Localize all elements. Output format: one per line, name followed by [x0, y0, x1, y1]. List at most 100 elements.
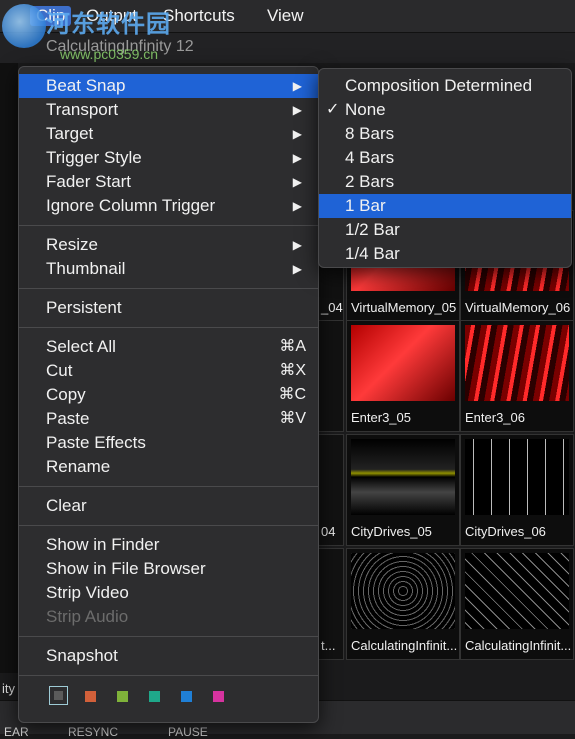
clip-name: _04: [321, 300, 343, 315]
menu-item-label: Paste: [46, 409, 90, 428]
menu-item-strip-video[interactable]: Strip Video: [19, 581, 318, 605]
clip-name: VirtualMemory_05: [351, 300, 457, 315]
clip-cell[interactable]: CalculatingInfinit...: [346, 548, 460, 660]
beat-snap-option-8-bars[interactable]: 8 Bars: [319, 122, 571, 146]
submenu-arrow-icon: ▶: [292, 103, 302, 117]
clip-cell[interactable]: CalculatingInfinit...: [460, 548, 574, 660]
option-label: 8 Bars: [345, 124, 395, 143]
menu-item-select-all[interactable]: Select All ⌘A: [19, 335, 318, 359]
menu-item-label: Target: [46, 124, 94, 143]
submenu-arrow-icon: ▶: [292, 151, 302, 165]
menu-item-label: Paste Effects: [46, 433, 146, 452]
menu-separator: [19, 675, 318, 676]
clip-thumbnail: [465, 439, 569, 515]
menu-shortcuts[interactable]: Shortcuts: [163, 6, 235, 26]
menu-item-strip-audio: Strip Audio: [19, 605, 318, 629]
beat-snap-option-1-bar[interactable]: 1 Bar: [319, 194, 571, 218]
menu-separator: [19, 288, 318, 289]
clip-partial[interactable]: 04: [318, 434, 344, 546]
submenu-arrow-icon: ▶: [292, 79, 302, 93]
left-strip-label: ity: [2, 681, 15, 696]
clip-cell[interactable]: Enter3_05: [346, 320, 460, 432]
color-swatch[interactable]: [181, 691, 192, 702]
menu-item-show-in-finder[interactable]: Show in Finder: [19, 533, 318, 557]
color-swatch[interactable]: [149, 691, 160, 702]
submenu-arrow-icon: ▶: [292, 262, 302, 276]
beat-snap-option-1-4-bar[interactable]: 1/4 Bar: [319, 242, 571, 266]
menu-view[interactable]: View: [267, 6, 304, 26]
beat-snap-option-4-bars[interactable]: 4 Bars: [319, 146, 571, 170]
menu-item-beat-snap[interactable]: Beat Snap ▶: [19, 74, 318, 98]
menu-clip[interactable]: Clip: [30, 6, 72, 26]
menu-item-cut[interactable]: Cut ⌘X: [19, 359, 318, 383]
menu-item-label: Strip Audio: [46, 607, 129, 626]
menu-separator: [19, 525, 318, 526]
menu-item-label: Clear: [46, 496, 87, 515]
menu-item-resize[interactable]: Resize ▶: [19, 233, 318, 257]
deck-titlebar: CalculatingInfinity 12: [0, 33, 575, 63]
menu-item-transport[interactable]: Transport ▶: [19, 98, 318, 122]
menu-item-persistent[interactable]: Persistent: [19, 296, 318, 320]
menu-output[interactable]: Output: [86, 6, 137, 26]
menu-item-ignore-column-trigger[interactable]: Ignore Column Trigger ▶: [19, 194, 318, 218]
color-swatch[interactable]: [117, 691, 128, 702]
menu-item-label: Beat Snap: [46, 76, 126, 95]
clip-thumbnail: [351, 325, 455, 401]
clip-name: Enter3_06: [465, 410, 525, 425]
clip-thumbnail: [465, 325, 569, 401]
menu-item-trigger-style[interactable]: Trigger Style ▶: [19, 146, 318, 170]
menu-item-fader-start[interactable]: Fader Start ▶: [19, 170, 318, 194]
color-swatch[interactable]: [85, 691, 96, 702]
beat-snap-option-composition-determined[interactable]: Composition Determined: [319, 74, 571, 98]
clip-name: Enter3_05: [351, 410, 411, 425]
submenu-arrow-icon: ▶: [292, 175, 302, 189]
menu-item-label: Rename: [46, 457, 111, 476]
pause-button[interactable]: PAUSE: [168, 725, 208, 739]
clip-cell[interactable]: CityDrives_06: [460, 434, 574, 546]
clip-name: CityDrives_06: [465, 524, 546, 539]
menu-item-label: Copy: [46, 385, 86, 404]
menu-item-thumbnail[interactable]: Thumbnail ▶: [19, 257, 318, 281]
clip-cell[interactable]: Enter3_06: [460, 320, 574, 432]
checkmark-icon: ✓: [326, 101, 340, 118]
clip-partial[interactable]: [318, 320, 344, 432]
beat-snap-option-2-bars[interactable]: 2 Bars: [319, 170, 571, 194]
menu-item-show-in-file-browser[interactable]: Show in File Browser: [19, 557, 318, 581]
menu-item-target[interactable]: Target ▶: [19, 122, 318, 146]
menu-item-rename[interactable]: Rename: [19, 455, 318, 479]
menu-item-label: Ignore Column Trigger: [46, 196, 216, 215]
submenu-arrow-icon: ▶: [292, 238, 302, 252]
menu-item-label: Strip Video: [46, 583, 129, 602]
clear-button[interactable]: EAR: [4, 725, 29, 739]
option-label: 1 Bar: [345, 196, 386, 215]
menu-item-clear[interactable]: Clear: [19, 494, 318, 518]
menu-item-label: Trigger Style: [46, 148, 142, 167]
option-label: 4 Bars: [345, 148, 395, 167]
menu-separator: [19, 225, 318, 226]
menu-item-paste-effects[interactable]: Paste Effects: [19, 431, 318, 455]
option-label: 1/2 Bar: [345, 220, 400, 239]
menu-item-paste[interactable]: Paste ⌘V: [19, 407, 318, 431]
left-clip-strip: [0, 63, 18, 673]
clip-name: CalculatingInfinit...: [465, 638, 572, 653]
clip-thumbnail: [351, 553, 455, 629]
beat-snap-option-none[interactable]: ✓ None: [319, 98, 571, 122]
menu-item-copy[interactable]: Copy ⌘C: [19, 383, 318, 407]
shortcut-label: ⌘V: [279, 410, 306, 427]
clip-cell[interactable]: CityDrives_05: [346, 434, 460, 546]
color-swatch[interactable]: [213, 691, 224, 702]
shortcut-label: ⌘X: [279, 362, 306, 379]
clip-partial[interactable]: t...: [318, 548, 344, 660]
menu-item-label: Select All: [46, 337, 116, 356]
submenu-arrow-icon: ▶: [292, 127, 302, 141]
shortcut-label: ⌘C: [278, 386, 306, 403]
menu-separator: [19, 486, 318, 487]
clip-thumbnail: [351, 439, 455, 515]
color-swatch[interactable]: [49, 686, 68, 705]
beat-snap-option-1-2-bar[interactable]: 1/2 Bar: [319, 218, 571, 242]
menu-item-snapshot[interactable]: Snapshot: [19, 644, 318, 668]
resync-button[interactable]: RESYNC: [68, 725, 118, 739]
clip-name: 04: [321, 524, 336, 539]
beat-snap-submenu: Composition Determined ✓ None 8 Bars 4 Bars 2…: [318, 68, 572, 268]
menu-separator: [19, 327, 318, 328]
